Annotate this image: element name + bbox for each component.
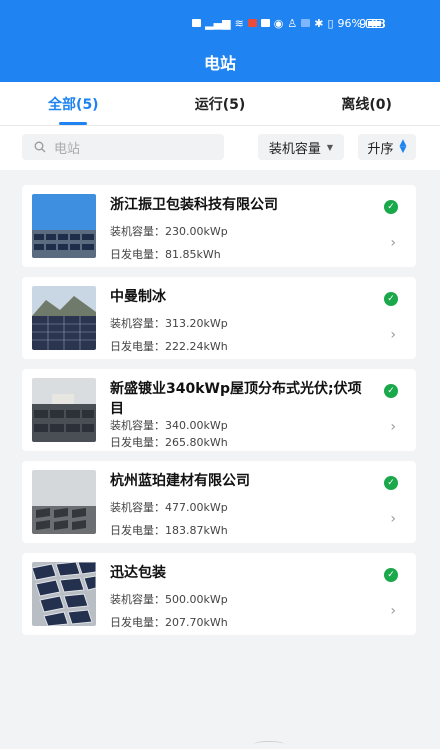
nfc-icon xyxy=(301,19,311,27)
capacity-row: 装机容量：313.20kWp xyxy=(110,317,228,330)
chevron-right-icon: › xyxy=(390,419,396,435)
daily-generation-row: 日发电量：207.70kWh xyxy=(110,616,228,629)
daily-generation-value: 183.87kWh xyxy=(165,524,228,537)
capacity-dropdown-label: 装机容量 xyxy=(268,141,321,157)
notification-icon xyxy=(247,19,257,27)
chevron-right-icon: › xyxy=(390,511,396,527)
page-title: 电站 xyxy=(203,54,236,73)
capacity-row: 装机容量：230.00kWp xyxy=(110,225,228,238)
station-card[interactable]: 中曼制冰 装机容量：313.20kWp 日发电量：222.24kWh ✓ › xyxy=(22,277,416,359)
signal-icon: ▂▄▆ xyxy=(205,16,231,30)
station-name: 浙江振卫包装科技有限公司 xyxy=(110,197,278,213)
online-check-icon: ✓ xyxy=(384,568,398,582)
online-check-icon: ✓ xyxy=(384,200,398,214)
chevron-right-icon: › xyxy=(390,603,396,619)
online-check-icon: ✓ xyxy=(384,384,398,398)
station-tabs: 全部(5) 运行(5) 离线(0) xyxy=(0,82,440,126)
online-check-icon: ✓ xyxy=(384,476,398,490)
station-card[interactable]: 浙江振卫包装科技有限公司 装机容量：230.00kWp 日发电量：81.85kW… xyxy=(22,185,416,267)
wifi-icon: ≋ xyxy=(234,16,244,30)
status-time: 9:03 xyxy=(359,17,386,31)
caret-down-icon: ▼ xyxy=(326,142,334,152)
filter-bar: 电站 装机容量 ▼ 升序 ▲ ▼ xyxy=(0,126,440,170)
daily-generation-value: 265.80kWh xyxy=(165,436,228,449)
station-photo xyxy=(32,286,96,350)
sort-button[interactable]: 升序 ▲ ▼ xyxy=(358,134,416,160)
location-icon: ◉ xyxy=(273,16,284,30)
station-photo xyxy=(32,194,96,258)
daily-generation-row: 日发电量：183.87kWh xyxy=(110,524,228,537)
sort-icon: ▲ ▼ xyxy=(399,138,407,155)
daily-generation-row: 日发电量：81.85kWh xyxy=(110,248,221,261)
search-icon xyxy=(34,141,46,153)
capacity-value: 313.20kWp xyxy=(165,317,228,330)
station-card[interactable]: 杭州蓝珀建材有限公司 装机容量：477.00kWp 日发电量：183.87kWh… xyxy=(22,461,416,543)
station-photo xyxy=(32,470,96,534)
capacity-row: 装机容量：340.00kWp xyxy=(110,419,228,432)
daily-generation-value: 222.24kWh xyxy=(165,340,228,353)
station-name: 杭州蓝珀建材有限公司 xyxy=(110,473,250,489)
app-icon xyxy=(260,19,270,27)
vibrate-icon: ▯ xyxy=(327,16,334,30)
daily-generation-value: 81.85kWh xyxy=(165,248,221,261)
station-card[interactable]: 迅达包装 装机容量：500.00kWp 日发电量：207.70kWh ✓ › xyxy=(22,553,416,635)
bluetooth-icon: ✱ xyxy=(314,16,324,30)
status-bar: ▂▄▆ ≋ ◉ ♙ ✱ ▯ 96% xyxy=(192,14,384,32)
capacity-value: 477.00kWp xyxy=(165,501,228,514)
daily-generation-value: 207.70kWh xyxy=(165,616,228,629)
station-list: 浙江振卫包装科技有限公司 装机容量：230.00kWp 日发电量：81.85kW… xyxy=(22,185,416,645)
station-photo xyxy=(32,562,96,626)
station-name: 迅达包装 xyxy=(110,565,166,581)
tab-running[interactable]: 运行(5) xyxy=(183,86,258,122)
chevron-right-icon: › xyxy=(390,235,396,251)
station-name: 中曼制冰 xyxy=(110,289,166,305)
capacity-row: 装机容量：500.00kWp xyxy=(110,593,228,606)
online-check-icon: ✓ xyxy=(384,292,398,306)
station-name: 新盛镀业340kWp屋顶分布式光伏;伏项目 xyxy=(110,381,362,417)
sort-label: 升序 xyxy=(367,141,394,157)
home-indicator xyxy=(254,741,284,747)
capacity-row: 装机容量：477.00kWp xyxy=(110,501,228,514)
message-icon xyxy=(192,19,202,27)
capacity-value: 230.00kWp xyxy=(165,225,228,238)
capacity-value: 500.00kWp xyxy=(165,593,228,606)
app-header: ▂▄▆ ≋ ◉ ♙ ✱ ▯ 96% 9:03 电站 xyxy=(0,0,440,82)
daily-generation-row: 日发电量：222.24kWh xyxy=(110,340,228,353)
station-photo xyxy=(32,378,96,442)
person-icon: ♙ xyxy=(287,16,298,30)
chevron-right-icon: › xyxy=(390,327,396,343)
station-card[interactable]: 新盛镀业340kWp屋顶分布式光伏;伏项目 装机容量：340.00kWp 日发电… xyxy=(22,369,416,451)
search-placeholder: 电站 xyxy=(54,141,81,157)
capacity-dropdown[interactable]: 装机容量 ▼ xyxy=(258,134,344,160)
search-input[interactable]: 电站 xyxy=(22,134,224,160)
tab-offline[interactable]: 离线(0) xyxy=(329,86,404,122)
tab-all[interactable]: 全部(5) xyxy=(36,86,111,122)
capacity-value: 340.00kWp xyxy=(165,419,228,432)
daily-generation-row: 日发电量：265.80kWh xyxy=(110,436,228,449)
